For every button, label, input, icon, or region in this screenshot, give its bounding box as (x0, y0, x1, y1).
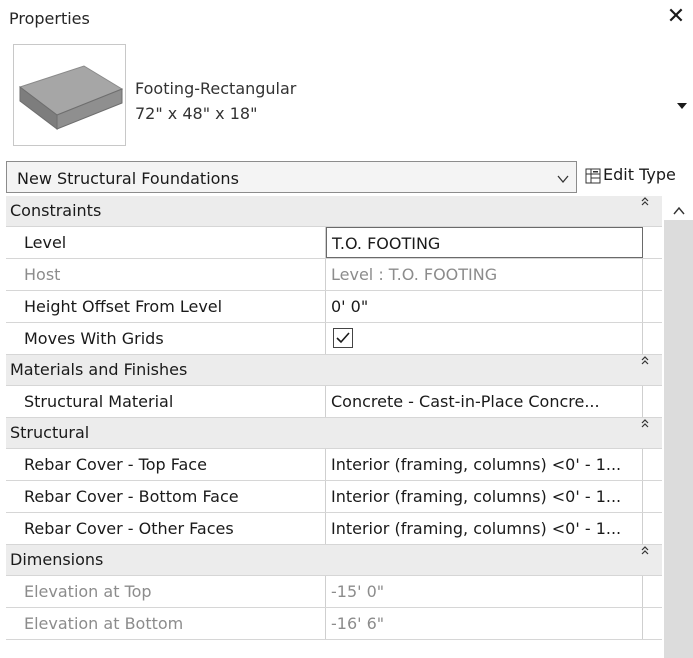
property-row: Host Level : T.O. FOOTING (6, 259, 662, 291)
section-header[interactable]: Structural (6, 418, 662, 449)
property-row: Structural Material Concrete - Cast-in-Pl… (6, 386, 662, 418)
property-value-cell[interactable]: Concrete - Cast-in-Place Concre... (326, 386, 643, 417)
property-name-cell: Moves With Grids (6, 323, 326, 354)
property-name: Elevation at Bottom (24, 614, 184, 633)
type-selector[interactable]: Footing-Rectangular 72" x 48" x 18" (0, 36, 693, 152)
edit-type-label: Edit Type (603, 165, 676, 184)
section-header[interactable]: Constraints (6, 196, 662, 227)
close-icon[interactable]: ✕ (663, 4, 689, 30)
properties-grid: Constraints Level T.O. FOOTING Host Level : … (6, 196, 662, 658)
footing-thumbnail-icon (13, 44, 126, 146)
property-row: Height Offset From Level 0' 0" (6, 291, 662, 323)
section-header[interactable]: Materials and Finishes (6, 355, 662, 386)
property-name: Rebar Cover - Bottom Face (24, 487, 239, 506)
property-row: Rebar Cover - Top Face Interior (framing,… (6, 449, 662, 481)
property-value: -15' 0" (331, 582, 385, 601)
property-name: Moves With Grids (24, 329, 164, 348)
type-family-name: Footing-Rectangular (135, 79, 297, 98)
section-label: Dimensions (10, 550, 104, 569)
property-name-cell: Height Offset From Level (6, 291, 326, 322)
caret-down-icon[interactable] (674, 98, 690, 112)
edit-type-icon (585, 168, 601, 184)
property-name-cell: Rebar Cover - Top Face (6, 449, 326, 480)
property-name: Host (24, 265, 61, 284)
property-row: Elevation at Top -15' 0" (6, 576, 662, 608)
property-value-cell[interactable]: 0' 0" (326, 291, 643, 322)
property-name-cell: Host (6, 259, 326, 290)
section-header[interactable]: Dimensions (6, 545, 662, 576)
property-name: Structural Material (24, 392, 174, 411)
property-name-cell: Elevation at Top (6, 576, 326, 607)
property-name-cell: Rebar Cover - Bottom Face (6, 481, 326, 512)
property-name-cell: Rebar Cover - Other Faces (6, 513, 326, 544)
property-value-cell: -15' 0" (326, 576, 643, 607)
properties-title-bar: Properties ✕ (0, 0, 693, 36)
scroll-up-icon[interactable] (672, 202, 686, 215)
property-value-cell[interactable] (326, 323, 643, 354)
scrollbar-thumb[interactable] (664, 220, 693, 658)
edit-type-button[interactable]: Edit Type (583, 162, 693, 190)
property-value: Interior (framing, columns) <0' - 1... (331, 519, 622, 538)
section-label: Structural (10, 423, 90, 442)
instance-filter-dropdown[interactable]: New Structural Foundations (6, 161, 577, 193)
property-value: Interior (framing, columns) <0' - 1... (331, 455, 622, 474)
section-label: Materials and Finishes (10, 360, 188, 379)
scrollbar[interactable] (664, 196, 693, 658)
property-row: Elevation at Bottom -16' 6" (6, 608, 662, 640)
property-name: Rebar Cover - Other Faces (24, 519, 234, 538)
property-name: Rebar Cover - Top Face (24, 455, 207, 474)
moves-with-grids-checkbox[interactable] (333, 328, 353, 348)
property-value-cell: Level : T.O. FOOTING (326, 259, 643, 290)
section-label: Constraints (10, 201, 102, 220)
property-name-cell: Level (6, 227, 326, 258)
property-value: T.O. FOOTING (332, 234, 441, 253)
property-row: Rebar Cover - Other Faces Interior (frami… (6, 513, 662, 545)
property-row: Level T.O. FOOTING (6, 227, 662, 259)
type-name: 72" x 48" x 18" (135, 104, 258, 123)
property-value-cell[interactable]: Interior (framing, columns) <0' - 1... (326, 449, 643, 480)
collapse-chevron-icon[interactable] (640, 418, 650, 431)
property-value: Interior (framing, columns) <0' - 1... (331, 487, 622, 506)
property-name-cell: Structural Material (6, 386, 326, 417)
collapse-chevron-icon[interactable] (640, 196, 650, 209)
collapse-chevron-icon[interactable] (640, 545, 650, 558)
property-row: Rebar Cover - Bottom Face Interior (frami… (6, 481, 662, 513)
property-name: Level (24, 233, 67, 252)
property-name-cell: Elevation at Bottom (6, 608, 326, 639)
property-value: 0' 0" (331, 297, 369, 316)
instance-filter-row: New Structural Foundations Edit Type (0, 160, 693, 194)
chevron-down-icon (556, 171, 570, 185)
property-name: Height Offset From Level (24, 297, 223, 316)
property-value: -16' 6" (331, 614, 385, 633)
property-value-cell[interactable]: T.O. FOOTING (326, 227, 643, 258)
property-name: Elevation at Top (24, 582, 152, 601)
property-value: Level : T.O. FOOTING (331, 265, 498, 284)
property-row: Moves With Grids (6, 323, 662, 355)
property-value-cell[interactable]: Interior (framing, columns) <0' - 1... (326, 513, 643, 544)
property-value-cell[interactable]: Interior (framing, columns) <0' - 1... (326, 481, 643, 512)
property-value-cell: -16' 6" (326, 608, 643, 639)
instance-filter-label: New Structural Foundations (17, 169, 239, 188)
panel-title: Properties (9, 9, 90, 28)
property-value: Concrete - Cast-in-Place Concre... (331, 392, 600, 411)
collapse-chevron-icon[interactable] (640, 355, 650, 368)
